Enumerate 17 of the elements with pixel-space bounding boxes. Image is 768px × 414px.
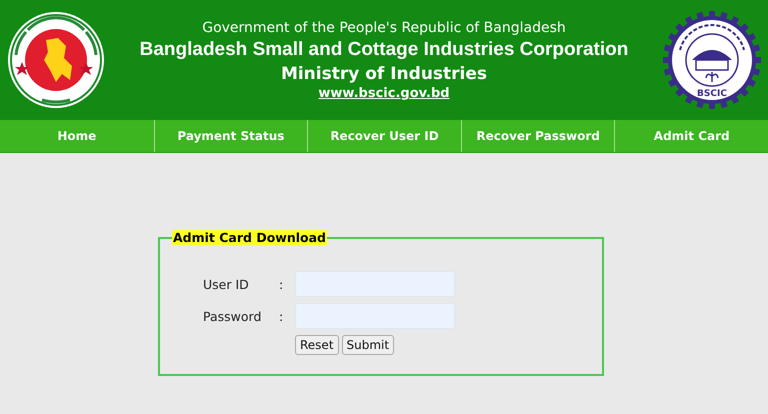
website-link[interactable]: www.bscic.gov.bd [318,85,450,103]
form-legend: Admit Card Download [172,230,327,245]
field-label: Password [203,308,262,324]
government-line: Government of the People's Republic of Bangladesh [202,19,566,37]
nav-link[interactable]: Payment Status [154,120,308,152]
nav-link[interactable]: Recover User ID [307,120,461,152]
field-label: User ID [203,276,250,292]
colon-separator: : [279,276,284,292]
ministry-name: Ministry of Industries [280,63,488,85]
organization-title: Bangladesh Small and Cottage Industries Corporation [140,38,628,62]
logo-text: BSCIC [697,89,727,99]
submit-button[interactable]: Submit [342,335,394,355]
colon-separator: : [279,308,284,324]
reset-button[interactable]: Reset [295,335,339,355]
nav-link[interactable]: Home [0,120,154,152]
nav-link[interactable]: Recover Password [460,120,614,152]
nav-link[interactable]: Admit Card [614,120,768,152]
